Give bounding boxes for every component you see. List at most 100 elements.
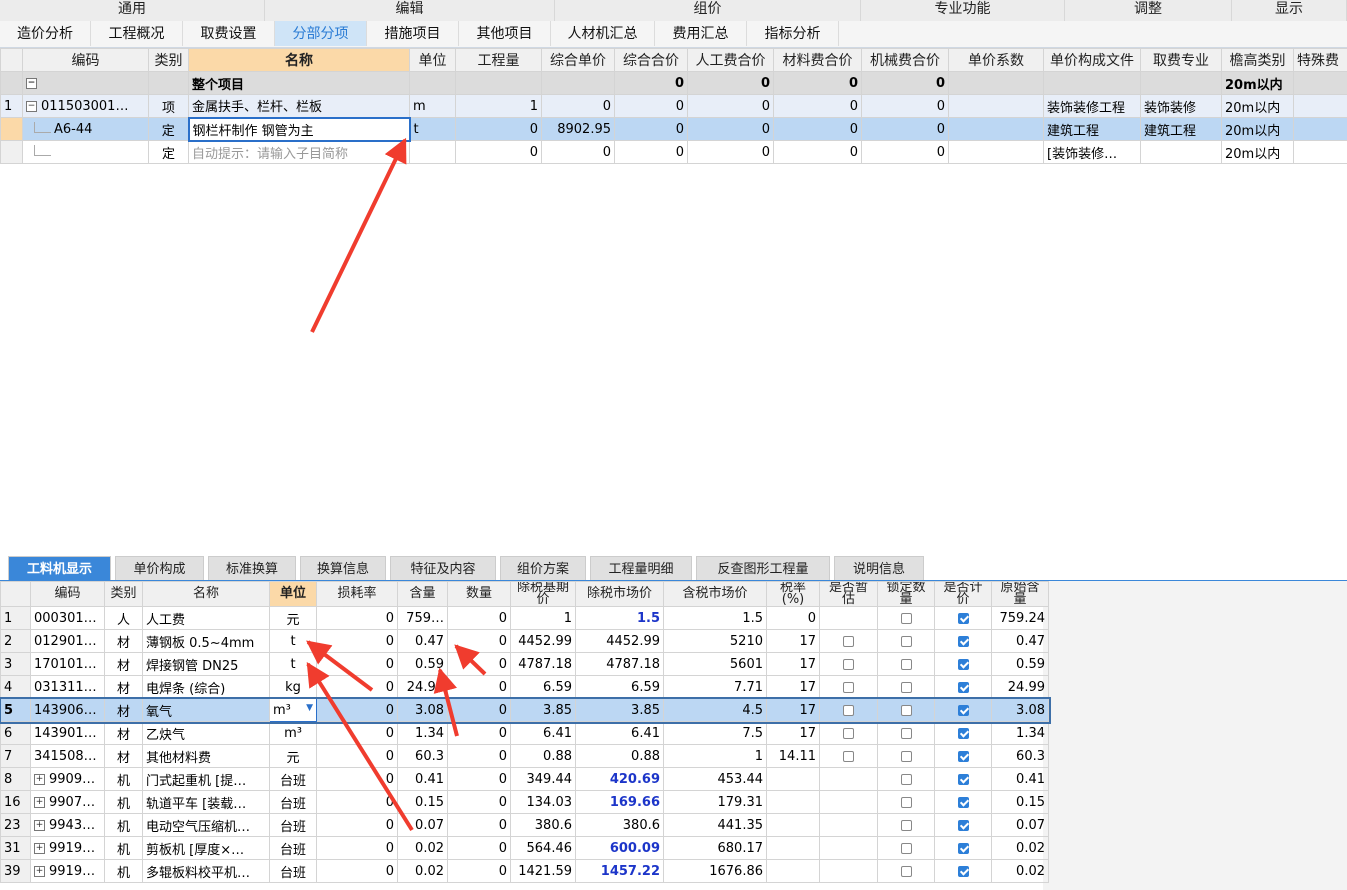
cell-quantity[interactable]: 0: [447, 790, 511, 814]
cell-loss-rate[interactable]: 0: [316, 629, 398, 653]
cell-content[interactable]: 0.07: [397, 813, 448, 837]
table-row[interactable]: 4 031311… 材电焊条 (综合) kg 0 24.99 0 6.59 6.59 7.71 17…: [0, 675, 1049, 699]
cell-market-price[interactable]: 600.09: [575, 836, 664, 860]
cell-content[interactable]: 1.34: [397, 721, 448, 745]
dropdown-arrow-icon[interactable]: ▼: [306, 703, 313, 713]
expand-icon[interactable]: +: [34, 796, 45, 808]
lock-quantity-checkbox-icon[interactable]: [900, 773, 912, 785]
cell-code[interactable]: 170101…: [30, 652, 105, 676]
cell-file[interactable]: [装饰装修…: [1043, 140, 1141, 164]
tab-cost-analysis[interactable]: 造价分析: [0, 21, 91, 46]
tab-description[interactable]: 说明信息: [834, 556, 924, 580]
cell-tax-rate[interactable]: [766, 813, 820, 837]
cell-code[interactable]: 012901…: [30, 629, 105, 653]
col-header[interactable]: 含量: [397, 581, 448, 607]
lock-quantity-checkbox-icon[interactable]: [900, 635, 912, 647]
cell-type[interactable]: 定: [148, 140, 189, 164]
cell-estimate-checkbox[interactable]: [819, 790, 878, 814]
cell-estimate-checkbox[interactable]: [819, 836, 878, 860]
cell-tax-market-price[interactable]: 1676.86: [663, 859, 767, 883]
cell-code[interactable]: +9919…: [30, 836, 105, 860]
col-header[interactable]: 含税市场价: [663, 581, 767, 607]
cell-type[interactable]: 材: [104, 675, 143, 699]
cell-tax-rate[interactable]: 17: [766, 698, 820, 722]
cell-type[interactable]: 机: [104, 767, 143, 791]
lock-quantity-checkbox-icon[interactable]: [900, 796, 912, 808]
lock-quantity-checkbox-icon[interactable]: [900, 658, 912, 670]
priced-checkbox-icon[interactable]: [957, 727, 969, 739]
cell-content[interactable]: 759…: [397, 606, 448, 630]
cell-estimate-checkbox[interactable]: [819, 606, 878, 630]
lock-quantity-checkbox-icon[interactable]: [900, 819, 912, 831]
cell-quantity[interactable]: 0: [447, 813, 511, 837]
col-header[interactable]: 是否计价: [934, 581, 992, 607]
col-header[interactable]: 数量: [447, 581, 511, 607]
cell-tax-rate[interactable]: [766, 790, 820, 814]
cell-loss-rate[interactable]: 0: [316, 767, 398, 791]
priced-checkbox-icon[interactable]: [957, 773, 969, 785]
tab-standard-conversion[interactable]: 标准换算: [208, 556, 296, 580]
col-header[interactable]: 工程量: [455, 48, 542, 72]
cell-priced-checkbox[interactable]: [934, 813, 992, 837]
cell-lock-quantity-checkbox[interactable]: [877, 813, 935, 837]
cell-qty[interactable]: 0: [455, 140, 542, 164]
cell-quantity[interactable]: 0: [447, 629, 511, 653]
cell-spec[interactable]: 建筑工程: [1140, 117, 1222, 141]
cell-estimate-checkbox[interactable]: [819, 813, 878, 837]
cell-base-price[interactable]: 0.88: [510, 744, 576, 768]
cell-unit[interactable]: 台班: [269, 790, 317, 814]
cell-height[interactable]: 20m以内: [1221, 140, 1294, 164]
cell-estimate-checkbox[interactable]: [819, 721, 878, 745]
cell-priced-checkbox[interactable]: [934, 767, 992, 791]
cell-original-content[interactable]: 0.47: [991, 629, 1049, 653]
col-header[interactable]: 檐高类别: [1221, 48, 1294, 72]
cell-tax-market-price[interactable]: 5210: [663, 629, 767, 653]
cell-content[interactable]: 0.41: [397, 767, 448, 791]
cell-code[interactable]: +9943…: [30, 813, 105, 837]
cell-unit[interactable]: 元: [269, 744, 317, 768]
cell-material[interactable]: 0: [773, 140, 862, 164]
cell-file[interactable]: 建筑工程: [1043, 117, 1141, 141]
tab-labor-material-summary[interactable]: 人材机汇总: [551, 21, 655, 46]
cell-original-content[interactable]: 0.02: [991, 859, 1049, 883]
lock-quantity-checkbox-icon[interactable]: [900, 612, 912, 624]
cell-base-price[interactable]: 134.03: [510, 790, 576, 814]
tab-measures[interactable]: 措施项目: [367, 21, 459, 46]
cell-file[interactable]: 装饰装修工程: [1043, 94, 1141, 118]
cell-lock-quantity-checkbox[interactable]: [877, 790, 935, 814]
cell-estimate-checkbox[interactable]: [819, 652, 878, 676]
cell-base-price[interactable]: 4452.99: [510, 629, 576, 653]
cell-estimate-checkbox[interactable]: [819, 675, 878, 699]
cell-market-price[interactable]: 6.41: [575, 721, 664, 745]
cell-unit[interactable]: t: [269, 652, 317, 676]
cell-estimate-checkbox[interactable]: [819, 767, 878, 791]
col-header[interactable]: 机械费合价: [861, 48, 949, 72]
cell-uprice[interactable]: 0: [541, 94, 615, 118]
priced-checkbox-icon[interactable]: [957, 681, 969, 693]
collapse-icon[interactable]: −: [26, 100, 37, 112]
cell-base-price[interactable]: 349.44: [510, 767, 576, 791]
cell-code[interactable]: 031311…: [30, 675, 105, 699]
cell-market-price[interactable]: 0.88: [575, 744, 664, 768]
cell-original-content[interactable]: 0.02: [991, 836, 1049, 860]
table-row[interactable]: 1 −011503001… 项 金属扶手、栏杆、栏板 m 1 0 0 0 0 0…: [0, 94, 1347, 118]
tab-quantity-detail[interactable]: 工程量明细: [590, 556, 692, 580]
cell-type[interactable]: 材: [104, 721, 143, 745]
cell-base-price[interactable]: 1: [510, 606, 576, 630]
cell-tax-market-price[interactable]: 7.5: [663, 721, 767, 745]
cell-base-price[interactable]: 4787.18: [510, 652, 576, 676]
cell-base-price[interactable]: 564.46: [510, 836, 576, 860]
cell-tax-rate[interactable]: [766, 836, 820, 860]
table-row-selected[interactable]: 5 143906… 材氧气 m³ ▼ 0 3.08 0 3.85 3.85 4.5 17 3.08: [0, 696, 1051, 724]
col-header[interactable]: 编码: [30, 581, 105, 607]
cell-spec[interactable]: 装饰装修: [1140, 94, 1222, 118]
cell-type[interactable]: 材: [104, 744, 143, 768]
cell-priced-checkbox[interactable]: [934, 652, 992, 676]
cell-original-content[interactable]: 1.34: [991, 721, 1049, 745]
col-header[interactable]: 除税基期价: [510, 581, 576, 607]
cell-quantity[interactable]: 0: [447, 606, 511, 630]
cell-estimate-checkbox[interactable]: [819, 859, 878, 883]
estimate-checkbox-icon[interactable]: [843, 704, 854, 716]
col-header[interactable]: 单位: [269, 581, 317, 607]
priced-checkbox-icon[interactable]: [957, 796, 969, 808]
